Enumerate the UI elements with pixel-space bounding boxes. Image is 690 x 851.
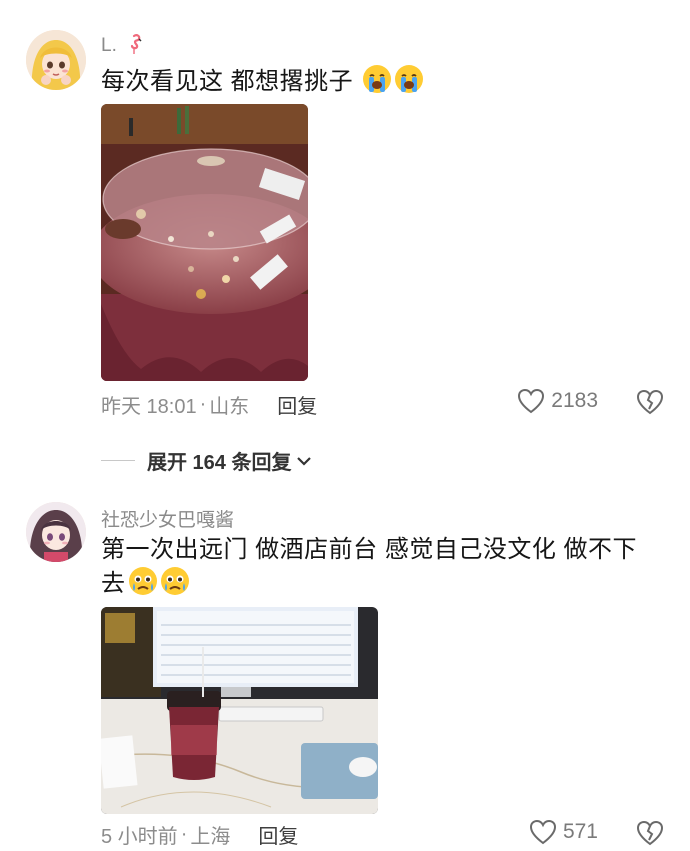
comment-time: 昨天 18:01 [101,396,197,418]
like-count: 571 [562,820,598,843]
flamingo-icon [124,33,142,61]
comment-item: L. 每次看见这 都想撂挑子 昨天 18:01 · 山东 回复 2183 展开 … [0,0,690,480]
chevron-down-icon [297,456,312,466]
comment-meta: 5 小时前 · 上海 回复 [101,820,298,849]
comment-photo[interactable] [101,104,308,381]
avatar[interactable] [26,502,86,562]
loudly-crying-face-icon [362,64,392,94]
broken-heart-icon [636,389,664,415]
comment-location: 山东 [209,396,250,418]
comment-text: 每次看见这 都想撂挑子 [101,64,661,98]
comment-item: 社恐少女巴嘎酱 第一次出远门 做酒店前台 感觉自己没文化 做不下去 5 小时前 … [0,480,690,848]
username[interactable]: 社恐少女巴嘎酱 [101,505,234,532]
crying-face-icon [160,566,190,596]
comment-meta: 昨天 18:01 · 山东 回复 [101,390,317,419]
comment-time: 5 小时前 [101,826,178,848]
like-button[interactable]: 2183 [517,388,598,414]
heart-icon [518,388,545,414]
like-count: 2183 [551,389,598,412]
reply-button[interactable]: 回复 [258,820,298,849]
expand-replies[interactable]: 展开 164 条回复 [101,446,313,475]
avatar[interactable] [26,30,86,90]
dislike-button[interactable] [636,389,664,420]
loudly-crying-face-icon [394,64,424,94]
reply-button[interactable]: 回复 [277,390,317,419]
comment-photo[interactable] [101,607,378,814]
meta-separator: · [199,393,207,415]
crying-face-icon [128,566,158,596]
broken-heart-icon [636,820,664,846]
comment-location: 上海 [190,826,231,848]
dislike-button[interactable] [636,820,664,851]
divider [101,460,135,461]
heart-icon [529,819,556,845]
comment-text: 第一次出远门 做酒店前台 感觉自己没文化 做不下去 [101,536,638,597]
username[interactable]: L. [101,33,142,61]
like-button[interactable]: 571 [529,819,598,845]
